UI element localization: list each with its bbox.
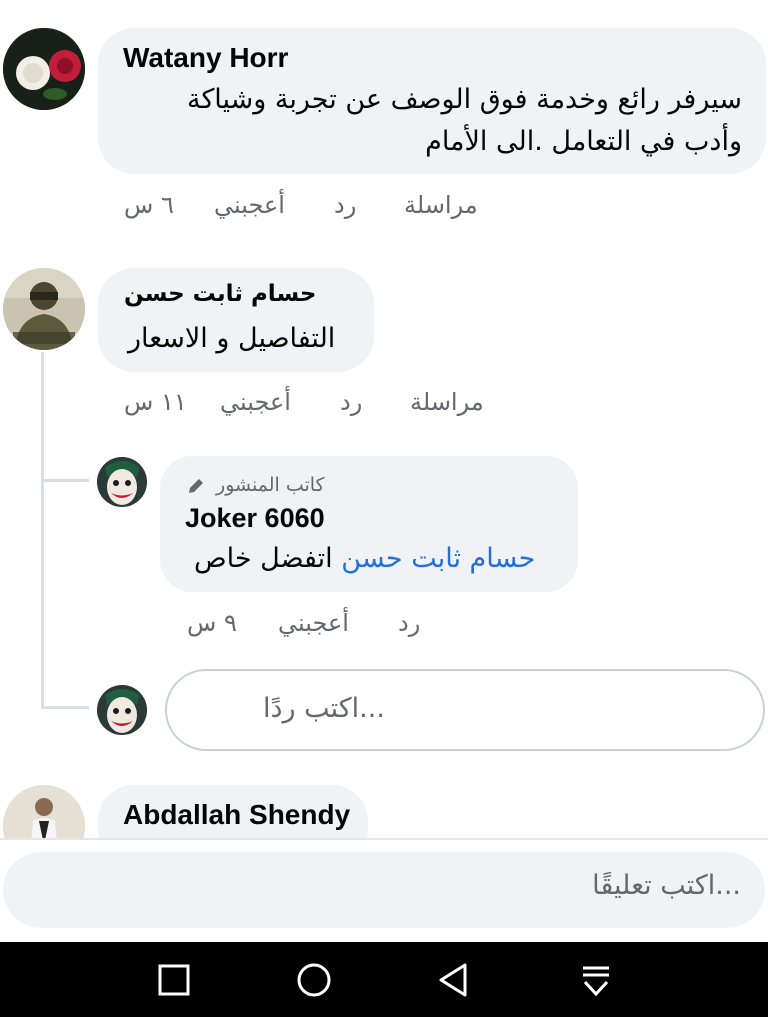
reply-button[interactable]: رد (398, 609, 420, 637)
soldier-avatar-image (3, 268, 85, 350)
comment-author[interactable]: Watany Horr (123, 42, 288, 74)
reply-message: اتفضل خاص (194, 543, 333, 574)
avatar-current-user (97, 685, 147, 735)
comment-composer-placeholder: اكتب تعليقًا... (592, 870, 741, 901)
like-button[interactable]: أعجبني (214, 191, 285, 219)
reply-text: حسام ثابت حسن اتفضل خاص (194, 538, 535, 580)
timestamp[interactable]: ١١ س (124, 388, 187, 416)
roses-avatar-image (3, 28, 85, 110)
comment-author[interactable]: حسام ثابت حسن (124, 281, 316, 307)
avatar-hossam[interactable] (3, 268, 85, 350)
like-button[interactable]: أعجبني (220, 388, 291, 416)
timestamp[interactable]: ٦ س (124, 191, 174, 219)
comment-text: التفاصيل و الاسعار (128, 323, 336, 354)
comment-composer[interactable]: اكتب تعليقًا... (3, 852, 765, 928)
author-badge-label: كاتب المنشور (216, 474, 325, 496)
avatar-watany-horr[interactable] (3, 28, 85, 110)
home-circle-icon[interactable] (294, 960, 334, 1000)
back-triangle-icon[interactable] (435, 960, 475, 1000)
comment-text-line-2: وأدب في التعامل .الى الأمام (425, 126, 742, 157)
comment-actions: مراسلة رد أعجبني ١١ س (0, 388, 768, 420)
composer-divider (0, 838, 768, 840)
comment-text-line-1: سيرفر رائع وخدمة فوق الوصف عن تجربة وشيا… (186, 84, 742, 115)
thread-branch (41, 706, 89, 709)
mention-link[interactable]: حسام ثابت حسن (341, 543, 535, 574)
author-badge: كاتب المنشور (186, 474, 325, 496)
message-button[interactable]: مراسلة (410, 388, 484, 416)
avatar-joker[interactable] (97, 457, 147, 507)
joker-avatar-image (97, 457, 147, 507)
thread-branch (41, 479, 89, 482)
notifications-pull-icon[interactable] (576, 960, 616, 1000)
reply-input[interactable]: اكتب ردًا... (165, 669, 765, 751)
reply-author[interactable]: Joker 6060 (185, 503, 325, 534)
thread-line-vertical (41, 352, 44, 708)
reply-input-placeholder: اكتب ردًا... (263, 693, 385, 724)
comment-author[interactable]: Abdallah Shendy (123, 799, 350, 831)
system-navigation-bar (0, 942, 768, 1017)
joker-avatar-image (97, 685, 147, 735)
like-button[interactable]: أعجبني (278, 609, 349, 637)
reply-button[interactable]: رد (340, 388, 362, 416)
pencil-icon (189, 478, 203, 493)
comment-actions: مراسلة رد أعجبني ٦ س (0, 191, 768, 223)
reply-actions: رد أعجبني ٩ س (0, 609, 768, 641)
timestamp[interactable]: ٩ س (187, 609, 237, 637)
message-button[interactable]: مراسلة (404, 191, 478, 219)
reply-button[interactable]: رد (334, 191, 356, 219)
recents-square-icon[interactable] (154, 960, 194, 1000)
